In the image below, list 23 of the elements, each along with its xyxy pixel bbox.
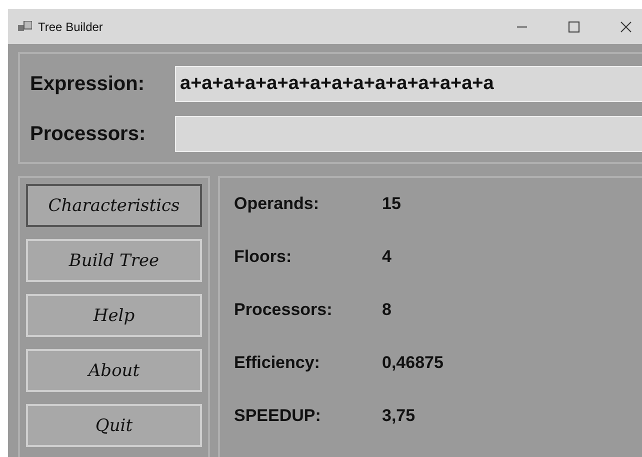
stat-value: 0,46875	[382, 353, 444, 373]
menu-button[interactable]: Build Tree	[26, 239, 202, 282]
maximize-icon[interactable]	[568, 20, 580, 32]
menu-button[interactable]: About	[26, 349, 202, 392]
field-label: Processors:	[30, 122, 147, 146]
stat-value: 3,75	[382, 406, 416, 426]
stat-label: Processors:	[234, 300, 334, 320]
stat-value: 4	[382, 247, 392, 267]
input-field[interactable]	[175, 116, 642, 152]
stat-label: Efficiency:	[234, 353, 321, 373]
field-label: Expression:	[30, 72, 146, 96]
app-icon	[18, 20, 32, 32]
stat-label: Floors:	[234, 247, 293, 267]
menu-button[interactable]: Characteristics	[26, 184, 202, 227]
menu-button[interactable]: Quit	[26, 404, 202, 447]
stat-label: SPEEDUP:	[234, 406, 322, 426]
stat-label: Operands:	[234, 194, 320, 214]
stat-value: 15	[382, 194, 401, 214]
input-field[interactable]: a+a+a+a+a+a+a+a+a+a+a+a+a+a+a	[175, 66, 642, 102]
menu-button[interactable]: Help	[26, 294, 202, 337]
stat-value: 8	[382, 300, 392, 320]
close-icon[interactable]	[620, 20, 632, 32]
window-title: Tree Builder	[38, 20, 103, 34]
